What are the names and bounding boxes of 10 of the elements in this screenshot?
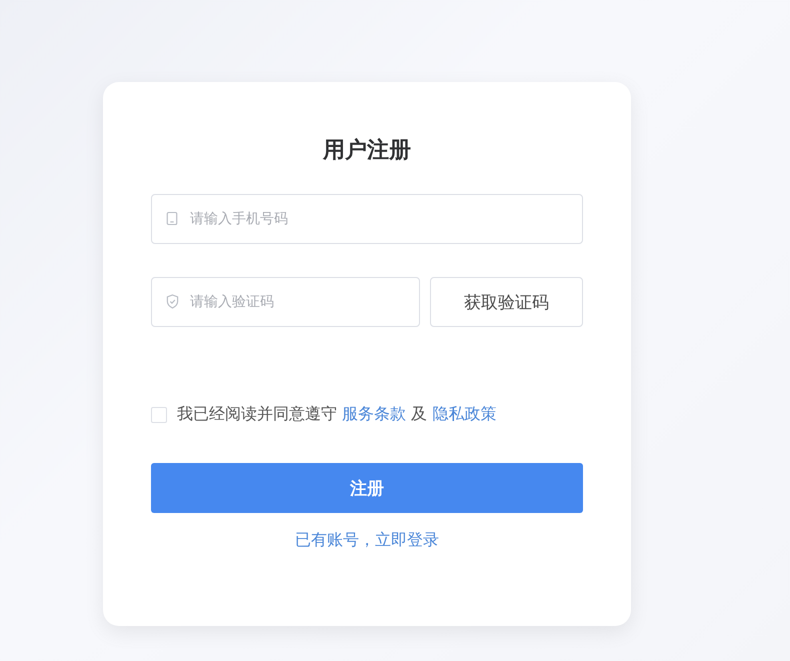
register-button[interactable]: 注册 (151, 463, 583, 513)
send-code-button[interactable]: 获取验证码 (430, 277, 583, 327)
form-title: 用户注册 (323, 137, 411, 165)
agreement-text: 我已经阅读并同意遵守 服务条款 及 隐私政策 (177, 404, 496, 425)
login-link[interactable]: 已有账号，立即登录 (295, 530, 439, 551)
terms-link[interactable]: 服务条款 (342, 404, 406, 423)
privacy-link[interactable]: 隐私政策 (432, 404, 496, 423)
agreement-checkbox[interactable] (151, 406, 167, 422)
code-input[interactable]: 请输入验证码 (151, 277, 420, 327)
phone-input[interactable]: 请输入手机号码 (151, 194, 583, 244)
